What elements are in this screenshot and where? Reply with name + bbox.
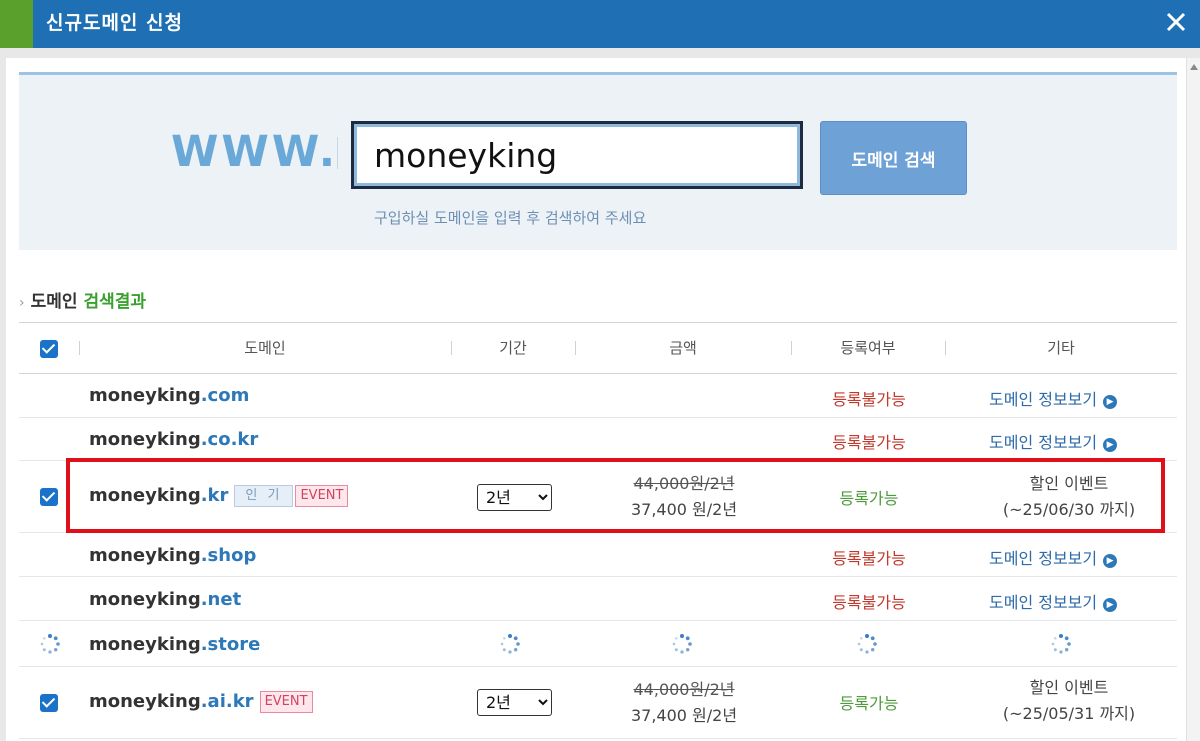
event-info: 할인 이벤트 (~25/06/30 까지) bbox=[969, 471, 1169, 523]
search-panel: WWW. 도메인 검색 구입하실 도메인을 입력 후 검색하여 주세요 bbox=[19, 72, 1177, 250]
discount-price: 37,400 원/2년 bbox=[630, 500, 738, 519]
search-hint: 구입하실 도메인을 입력 후 검색하여 주세요 bbox=[374, 209, 647, 227]
info-link-label: 도메인 정보보기 bbox=[989, 549, 1098, 568]
col-etc: 기타 bbox=[1047, 339, 1075, 357]
frame-left bbox=[0, 58, 6, 741]
info-link-label: 도메인 정보보기 bbox=[989, 390, 1098, 409]
arrow-right-icon: ▶ bbox=[1103, 395, 1118, 409]
domain-name: moneyking.store bbox=[89, 634, 260, 655]
table-row: moneyking.store bbox=[19, 621, 1177, 667]
loading-spinner-icon bbox=[672, 634, 692, 654]
table-row: moneyking.com 등록불가능 도메인 정보보기 ▶ bbox=[19, 374, 1177, 418]
scrollbar[interactable] bbox=[1186, 58, 1200, 741]
status-unavailable: 등록불가능 bbox=[832, 549, 906, 568]
domain-name: moneyking.com bbox=[89, 385, 249, 406]
www-prefix: WWW. bbox=[171, 127, 339, 177]
domain-info-link[interactable]: 도메인 정보보기 ▶ bbox=[969, 429, 1169, 453]
col-period: 기간 bbox=[499, 339, 527, 357]
event-title: 할인 이벤트 bbox=[1029, 474, 1109, 493]
heading-highlight: 검색결과 bbox=[83, 292, 147, 312]
info-link-label: 도메인 정보보기 bbox=[989, 433, 1098, 452]
window-title: 신규도메인 신청 bbox=[46, 12, 183, 34]
domain-label: moneyking bbox=[89, 691, 201, 712]
original-price: 44,000원/2년 bbox=[633, 680, 735, 699]
status-available: 등록가능 bbox=[839, 694, 899, 713]
discount-price: 37,400 원/2년 bbox=[630, 706, 738, 725]
event-badge: EVENT bbox=[295, 485, 349, 507]
scroll-up-icon[interactable] bbox=[1190, 64, 1198, 70]
domain-tld: .co.kr bbox=[200, 429, 259, 450]
col-price: 금액 bbox=[669, 339, 697, 357]
popular-badge: 인 기 bbox=[234, 485, 294, 507]
table-row: moneyking.co.kr 등록불가능 도메인 정보보기 ▶ bbox=[19, 418, 1177, 461]
domain-label: moneyking bbox=[89, 485, 201, 506]
event-period: (~25/05/31 까지) bbox=[1002, 704, 1136, 723]
info-link-label: 도메인 정보보기 bbox=[989, 593, 1098, 612]
domain-label: moneyking bbox=[89, 634, 201, 655]
status-unavailable: 등록불가능 bbox=[832, 390, 906, 409]
table-row: moneyking.shop 등록불가능 도메인 정보보기 ▶ bbox=[19, 533, 1177, 577]
loading-spinner-icon bbox=[40, 634, 60, 654]
domain-info-link[interactable]: 도메인 정보보기 ▶ bbox=[969, 589, 1169, 613]
row-checkbox[interactable] bbox=[40, 694, 58, 712]
status-unavailable: 등록불가능 bbox=[832, 433, 906, 452]
domain-tld: .store bbox=[200, 634, 261, 655]
domain-tld: .kr bbox=[200, 485, 229, 506]
results-heading: › 도메인 검색결과 bbox=[19, 287, 146, 312]
price-cell: 44,000원/2년 37,400 원/2년 bbox=[579, 677, 789, 729]
domain-name: moneyking.shop bbox=[89, 545, 256, 566]
domain-tld: .ai.kr bbox=[200, 691, 254, 712]
original-price: 44,000원/2년 bbox=[633, 474, 735, 493]
table-header: 도메인 기간 금액 등록여부 기타 bbox=[19, 322, 1177, 374]
table-row: moneyking.kr 인 기 EVENT 2년 44,000원/2년 37,400… bbox=[19, 461, 1177, 533]
event-info: 할인 이벤트 (~25/05/31 까지) bbox=[969, 675, 1169, 727]
title-bar: 신규도메인 신청 bbox=[0, 0, 1200, 48]
prefix-divider bbox=[337, 137, 338, 169]
close-icon[interactable] bbox=[1160, 6, 1192, 38]
results-table: 도메인 기간 금액 등록여부 기타 moneyking.com 등록불가능 도메… bbox=[19, 322, 1177, 739]
domain-tld: .com bbox=[200, 385, 250, 406]
col-status: 등록여부 bbox=[840, 339, 896, 357]
title-accent bbox=[0, 0, 33, 48]
price-cell: 44,000원/2년 37,400 원/2년 bbox=[579, 471, 789, 523]
loading-spinner-icon bbox=[857, 634, 877, 654]
event-badge: EVENT bbox=[259, 691, 313, 713]
domain-search-input[interactable] bbox=[351, 121, 803, 189]
domain-name: moneyking.co.kr bbox=[89, 429, 258, 450]
frame-top bbox=[0, 48, 1200, 58]
select-all-checkbox[interactable] bbox=[40, 340, 58, 358]
heading-prefix: 도메인 bbox=[30, 292, 78, 312]
domain-name: moneyking.ai.kr EVENT bbox=[89, 691, 313, 713]
col-domain: 도메인 bbox=[244, 339, 286, 357]
loading-spinner-icon bbox=[1051, 634, 1071, 654]
status-unavailable: 등록불가능 bbox=[832, 593, 906, 612]
arrow-right-icon: ▶ bbox=[1103, 598, 1118, 612]
domain-label: moneyking bbox=[89, 545, 201, 566]
domain-info-link[interactable]: 도메인 정보보기 ▶ bbox=[969, 545, 1169, 569]
status-available: 등록가능 bbox=[839, 489, 899, 508]
table-row: moneyking.ai.kr EVENT 2년 44,000원/2년 37,400… bbox=[19, 667, 1177, 739]
domain-label: moneyking bbox=[89, 589, 201, 610]
domain-name: moneyking.kr 인 기 EVENT bbox=[89, 485, 349, 507]
domain-label: moneyking bbox=[89, 429, 201, 450]
domain-tld: .net bbox=[200, 589, 242, 610]
domain-search-button[interactable]: 도메인 검색 bbox=[820, 121, 967, 195]
arrow-right-icon: ▶ bbox=[1103, 438, 1118, 452]
period-select[interactable]: 2년 bbox=[477, 689, 552, 716]
domain-tld: .shop bbox=[200, 545, 257, 566]
event-period: (~25/06/30 까지) bbox=[1002, 500, 1136, 519]
domain-name: moneyking.net bbox=[89, 589, 241, 610]
arrow-right-icon: ▶ bbox=[1103, 554, 1118, 568]
domain-info-link[interactable]: 도메인 정보보기 ▶ bbox=[969, 386, 1169, 410]
row-checkbox[interactable] bbox=[40, 488, 58, 506]
table-row: moneyking.net 등록불가능 도메인 정보보기 ▶ bbox=[19, 577, 1177, 621]
event-title: 할인 이벤트 bbox=[1029, 678, 1109, 697]
loading-spinner-icon bbox=[500, 634, 520, 654]
chevron-right-icon: › bbox=[19, 295, 25, 311]
period-select[interactable]: 2년 bbox=[477, 484, 552, 511]
domain-label: moneyking bbox=[89, 385, 201, 406]
